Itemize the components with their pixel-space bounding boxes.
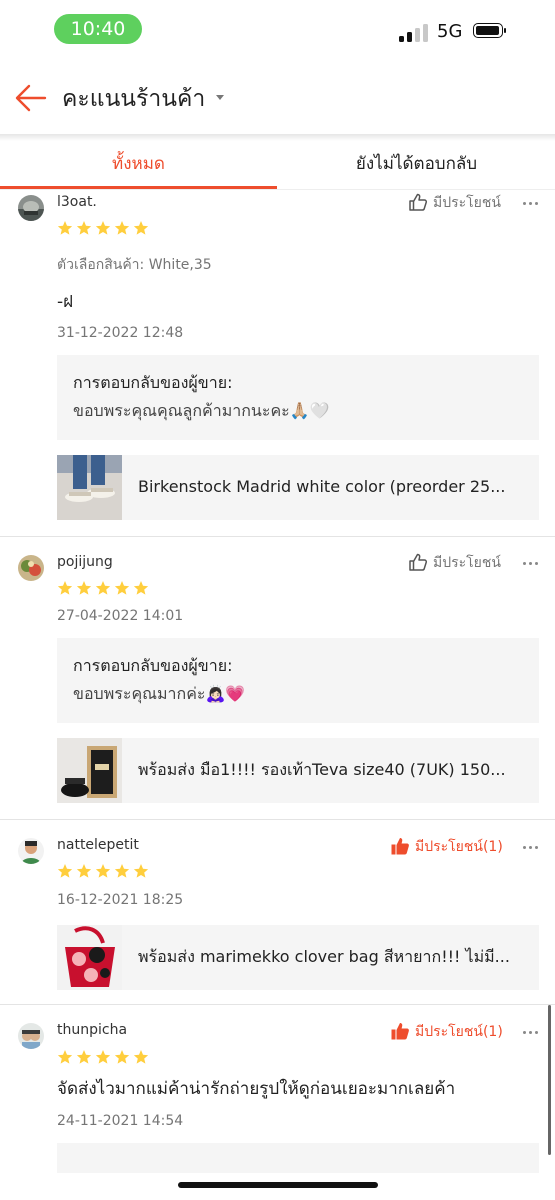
star-icon <box>114 221 130 235</box>
page-title[interactable]: คะแนนร้านค้า <box>62 82 205 116</box>
product-card[interactable]: พร้อมส่ง มือ1!!!! รองเท้าTeva size40 (7U… <box>57 738 539 803</box>
review-date: 27-04-2022 14:01 <box>57 608 184 624</box>
star-icon <box>95 581 111 595</box>
chevron-down-icon[interactable] <box>216 95 224 100</box>
product-thumbnail <box>57 455 122 520</box>
seller-reply: การตอบกลับของผู้ขาย: ขอบพระคุณมากค่ะ🙇🏻‍♀… <box>57 638 539 723</box>
product-variant: ตัวเลือกสินค้า: White,35 <box>57 257 212 273</box>
tab-all[interactable]: ทั้งหมด <box>0 141 277 189</box>
review-date: 16-12-2021 18:25 <box>57 892 184 908</box>
seller-reply-title: การตอบกลับของผู้ขาย: <box>73 373 233 392</box>
reviewer-username: pojijung <box>57 554 113 570</box>
seller-reply-title: การตอบกลับของผู้ขาย: <box>73 656 233 675</box>
star-icon <box>114 581 130 595</box>
thumbs-up-filled-icon <box>391 838 409 855</box>
review-date: 31-12-2022 12:48 <box>57 325 184 341</box>
star-icon <box>76 1050 92 1064</box>
thumbs-up-outline-icon <box>409 553 428 571</box>
product-name: พร้อมส่ง มือ1!!!! รองเท้าTeva size40 (7U… <box>138 760 506 779</box>
star-icon <box>95 221 111 235</box>
star-icon <box>133 581 149 595</box>
star-icon <box>76 221 92 235</box>
star-icon <box>133 864 149 878</box>
more-options-icon[interactable] <box>523 562 539 566</box>
product-thumbnail <box>57 925 122 990</box>
star-icon <box>114 864 130 878</box>
star-icon <box>133 221 149 235</box>
thumbs-up-outline-icon <box>409 193 428 211</box>
avatar[interactable] <box>18 555 44 581</box>
helpful-label: มีประโยชน์ <box>433 195 501 211</box>
star-icon <box>57 581 73 595</box>
product-card[interactable]: พร้อมส่ง marimekko clover bag สีหายาก!!!… <box>57 925 539 990</box>
review-divider <box>0 1004 555 1005</box>
tabs-shadow <box>0 134 555 141</box>
star-icon <box>95 1050 111 1064</box>
tabs-divider <box>0 189 555 190</box>
thumbs-up-filled-icon <box>391 1023 409 1040</box>
star-icon <box>57 221 73 235</box>
header: คะแนนร้านค้า <box>0 62 555 134</box>
battery-icon <box>473 23 507 40</box>
review-date: 24-11-2021 14:54 <box>57 1113 184 1129</box>
cellular-signal-icon <box>399 24 429 42</box>
tab-unreplied[interactable]: ยังไม่ได้ตอบกลับ <box>278 141 555 189</box>
star-icon <box>76 581 92 595</box>
helpful-label: มีประโยชน์ <box>433 555 501 571</box>
review-divider <box>0 819 555 820</box>
star-icon <box>95 864 111 878</box>
status-time[interactable]: 10:40 <box>54 14 142 44</box>
seller-reply-text: ขอบพระคุณมากค่ะ🙇🏻‍♀️💗 <box>73 684 246 703</box>
more-options-icon[interactable] <box>523 1031 539 1035</box>
star-icon <box>57 864 73 878</box>
more-options-icon[interactable] <box>523 846 539 850</box>
back-button[interactable] <box>14 81 48 115</box>
star-icon <box>133 1050 149 1064</box>
helpful-label: มีประโยชน์(1) <box>415 1024 503 1040</box>
network-type: 5G <box>437 21 463 42</box>
product-card[interactable]: Birkenstock Madrid white color (preorder… <box>57 455 539 520</box>
seller-reply: การตอบกลับของผู้ขาย: ขอบพระคุณคุณลูกค้าม… <box>57 355 539 440</box>
star-icon <box>57 1050 73 1064</box>
review-comment: -ฝ <box>57 292 74 312</box>
status-bar: 10:40 5G <box>0 0 555 62</box>
product-thumbnail <box>57 738 122 803</box>
more-options-icon[interactable] <box>523 202 539 206</box>
helpful-label: มีประโยชน์(1) <box>415 839 503 855</box>
review-comment: จัดส่งไวมากแม่ค้าน่ารักถ่ายรูปให้ดูก่อนเ… <box>57 1079 456 1099</box>
arrow-left-icon <box>15 84 47 112</box>
star-icon <box>114 1050 130 1064</box>
star-icon <box>76 864 92 878</box>
home-indicator[interactable] <box>178 1182 378 1188</box>
review-divider <box>0 536 555 537</box>
scrollbar[interactable] <box>548 1005 551 1155</box>
reviewer-username: l3oat. <box>57 194 97 210</box>
product-name: Birkenstock Madrid white color (preorder… <box>138 477 506 496</box>
reviewer-username: nattelepetit <box>57 837 139 853</box>
product-name: พร้อมส่ง marimekko clover bag สีหายาก!!!… <box>138 947 510 966</box>
seller-reply <box>57 1143 539 1173</box>
reviewer-username: thunpicha <box>57 1022 128 1038</box>
seller-reply-text: ขอบพระคุณคุณลูกค้ามากนะคะ🙏🏼🤍 <box>73 401 330 420</box>
avatar[interactable] <box>18 1023 44 1049</box>
avatar[interactable] <box>18 838 44 864</box>
avatar[interactable] <box>18 195 44 221</box>
